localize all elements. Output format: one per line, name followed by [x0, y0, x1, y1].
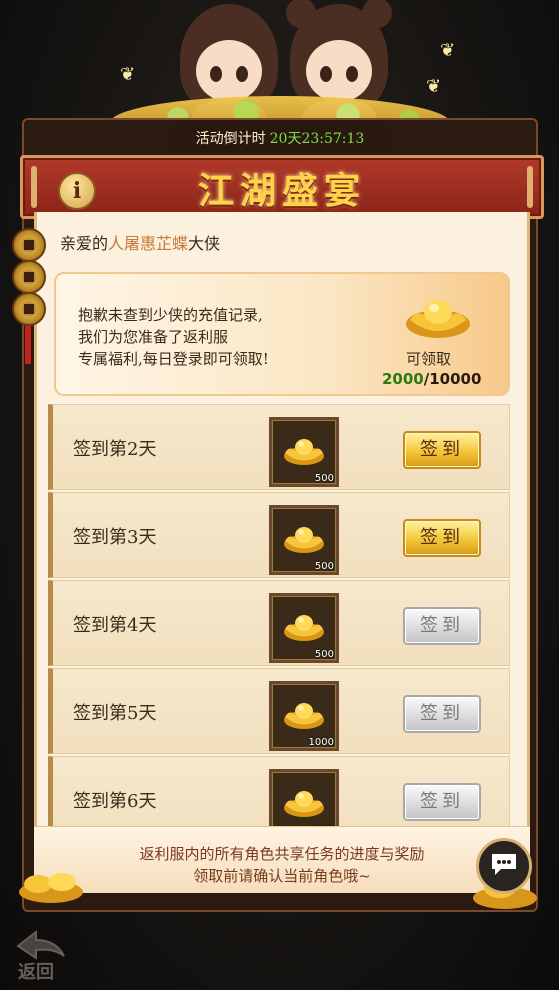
- reward-quantity: 1000: [308, 737, 334, 748]
- coin-icon: [12, 292, 46, 326]
- gold-ingot-icon: [284, 615, 324, 641]
- back-label: 返回: [18, 962, 54, 983]
- signin-button[interactable]: 签到: [403, 783, 481, 821]
- rebate-notice: 抱歉未查到少侠的充值记录, 我们为您准备了返利服 专属福利,每日登录即可领取! …: [54, 272, 510, 396]
- butterfly-icon: ❦: [120, 64, 136, 85]
- footer-line: 领取前请确认当前角色哦~: [193, 867, 371, 885]
- coin-charm: [12, 228, 48, 364]
- countdown-label: 活动倒计时: [195, 131, 266, 147]
- greeting-prefix: 亲爱的: [60, 234, 109, 253]
- signin-day-label: 签到第3天: [73, 527, 157, 548]
- claimable-label: 可领取: [406, 350, 452, 368]
- info-icon[interactable]: i: [58, 172, 96, 210]
- signin-row: 签到第3天 500 签到: [48, 492, 510, 578]
- butterfly-icon: ❦: [426, 76, 442, 97]
- signin-button[interactable]: 签到: [403, 695, 481, 733]
- countdown-time: 20天23:57:13: [269, 131, 365, 147]
- reward-quantity: 500: [314, 649, 334, 660]
- reward-slot[interactable]: 500: [269, 505, 339, 575]
- signin-row: 签到第5天 1000 签到: [48, 668, 510, 754]
- reward-slot[interactable]: 500: [269, 417, 339, 487]
- coin-icon: [12, 228, 46, 262]
- signin-day-label: 签到第5天: [73, 703, 157, 724]
- signin-row: 签到第4天 500 签到: [48, 580, 510, 666]
- player-name: 人屠惠芷蝶: [108, 234, 189, 253]
- signin-day-label: 签到第4天: [73, 615, 157, 636]
- gold-ingot-icon: [406, 300, 470, 338]
- claimable-current: 2000: [382, 370, 424, 388]
- signin-button[interactable]: 签到: [403, 431, 481, 469]
- signin-list: 签到第2天 500 签到 签到第3天 500 签到 签到第4天 500 签到 签…: [48, 404, 510, 844]
- event-countdown: 活动倒计时 20天23:57:13: [170, 126, 390, 152]
- title-banner: 江湖盛宴: [20, 155, 544, 219]
- gold-ingot-icon: [284, 527, 324, 553]
- signin-row: 签到第2天 500 签到: [48, 404, 510, 490]
- back-button[interactable]: 返回: [14, 928, 74, 983]
- butterfly-icon: ❦: [440, 40, 456, 61]
- gold-ingot-icon: [284, 439, 324, 465]
- reward-quantity: 500: [314, 473, 334, 484]
- footer-line: 返利服内的所有角色共享任务的进度与奖励: [139, 845, 425, 863]
- notice-text: 抱歉未查到少侠的充值记录, 我们为您准备了返利服 专属福利,每日登录即可领取!: [78, 304, 269, 370]
- gold-ingot-icon: [284, 791, 324, 817]
- chat-bubble-icon[interactable]: [476, 838, 532, 894]
- signin-day-label: 签到第6天: [73, 791, 157, 812]
- notice-line: 我们为您准备了返利服: [78, 328, 229, 346]
- reward-slot[interactable]: 500: [269, 593, 339, 663]
- tassel: [25, 324, 31, 364]
- signin-button[interactable]: 签到: [403, 519, 481, 557]
- notice-line: 专属福利,每日登录即可领取!: [78, 350, 269, 368]
- greeting-suffix: 大侠: [188, 234, 221, 253]
- back-arrow-icon: [16, 929, 65, 960]
- gold-ingot-icon: [284, 703, 324, 729]
- greeting: 亲爱的人屠惠芷蝶大侠: [60, 230, 220, 254]
- footer-notice: 返利服内的所有角色共享任务的进度与奖励 领取前请确认当前角色哦~: [34, 826, 530, 893]
- notice-line: 抱歉未查到少侠的充值记录,: [78, 306, 263, 324]
- claimable-count: 2000/10000: [382, 370, 481, 388]
- coin-icon: [12, 260, 46, 294]
- reward-slot[interactable]: 1000: [269, 681, 339, 751]
- signin-button[interactable]: 签到: [403, 607, 481, 645]
- claimable-total: /10000: [423, 370, 482, 388]
- gold-pile-icon: [19, 873, 83, 903]
- reward-quantity: 500: [314, 561, 334, 572]
- signin-day-label: 签到第2天: [73, 439, 157, 460]
- page-title: 江湖盛宴: [197, 170, 366, 212]
